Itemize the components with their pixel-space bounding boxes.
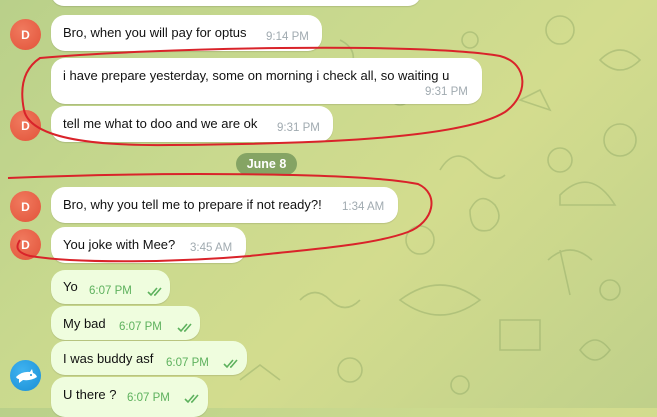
avatar[interactable]: D (10, 19, 41, 50)
message-time: 9:31 PM (277, 122, 320, 134)
avatar-letter: D (21, 27, 30, 42)
message-bubble-partial[interactable] (51, 0, 421, 6)
message-bubble[interactable]: i have prepare yesterday, some on mornin… (51, 58, 482, 104)
message-text: I was buddy asf (63, 351, 154, 366)
message-text: Yo (63, 279, 78, 294)
avatar[interactable]: D (10, 229, 41, 260)
message-time: 6:07 PM (89, 285, 132, 297)
double-check-icon (147, 287, 162, 297)
message-bubble[interactable]: tell me what to doo and we are ok 9:31 P… (51, 106, 333, 142)
message-bubble[interactable]: Bro, when you will pay for optus 9:14 PM (51, 15, 322, 51)
message-text: You joke with Mee? (63, 237, 176, 252)
message-text: tell me what to doo and we are ok (63, 116, 258, 131)
double-check-icon (184, 394, 199, 404)
message-text: Bro, why you tell me to prepare if not r… (63, 197, 322, 212)
message-time: 1:34 AM (342, 201, 385, 213)
message-text: Bro, when you will pay for optus (63, 25, 247, 40)
message-text: My bad (63, 316, 106, 331)
chat-view[interactable]: D Bro, when you will pay for optus 9:14 … (0, 0, 657, 417)
outgoing-message-bubble[interactable]: My bad 6:07 PM (51, 306, 200, 340)
avatar-letter: D (21, 118, 30, 133)
double-check-icon (177, 323, 192, 333)
message-time: 6:07 PM (127, 392, 170, 404)
outgoing-message-bubble[interactable]: Yo 6:07 PM (51, 270, 170, 304)
message-time: 6:07 PM (166, 357, 209, 369)
message-time: 3:45 AM (190, 242, 233, 254)
avatar-letter: D (21, 237, 30, 252)
avatar[interactable]: D (10, 110, 41, 141)
message-text: U there ? (63, 387, 117, 402)
double-check-icon (223, 359, 238, 369)
message-time: 9:31 PM (425, 86, 468, 98)
shark-icon (15, 368, 37, 383)
avatar-letter: D (21, 199, 30, 214)
message-bubble[interactable]: Bro, why you tell me to prepare if not r… (51, 187, 398, 223)
message-text: i have prepare yesterday, some on mornin… (63, 68, 450, 83)
message-bubble[interactable]: You joke with Mee? 3:45 AM (51, 227, 246, 263)
avatar[interactable] (10, 360, 41, 391)
avatar[interactable]: D (10, 191, 41, 222)
date-separator: June 8 (236, 153, 297, 175)
outgoing-message-bubble[interactable]: U there ? 6:07 PM (51, 377, 208, 417)
message-time: 6:07 PM (119, 321, 162, 333)
outgoing-message-bubble[interactable]: I was buddy asf 6:07 PM (51, 341, 247, 375)
message-time: 9:14 PM (266, 31, 309, 43)
